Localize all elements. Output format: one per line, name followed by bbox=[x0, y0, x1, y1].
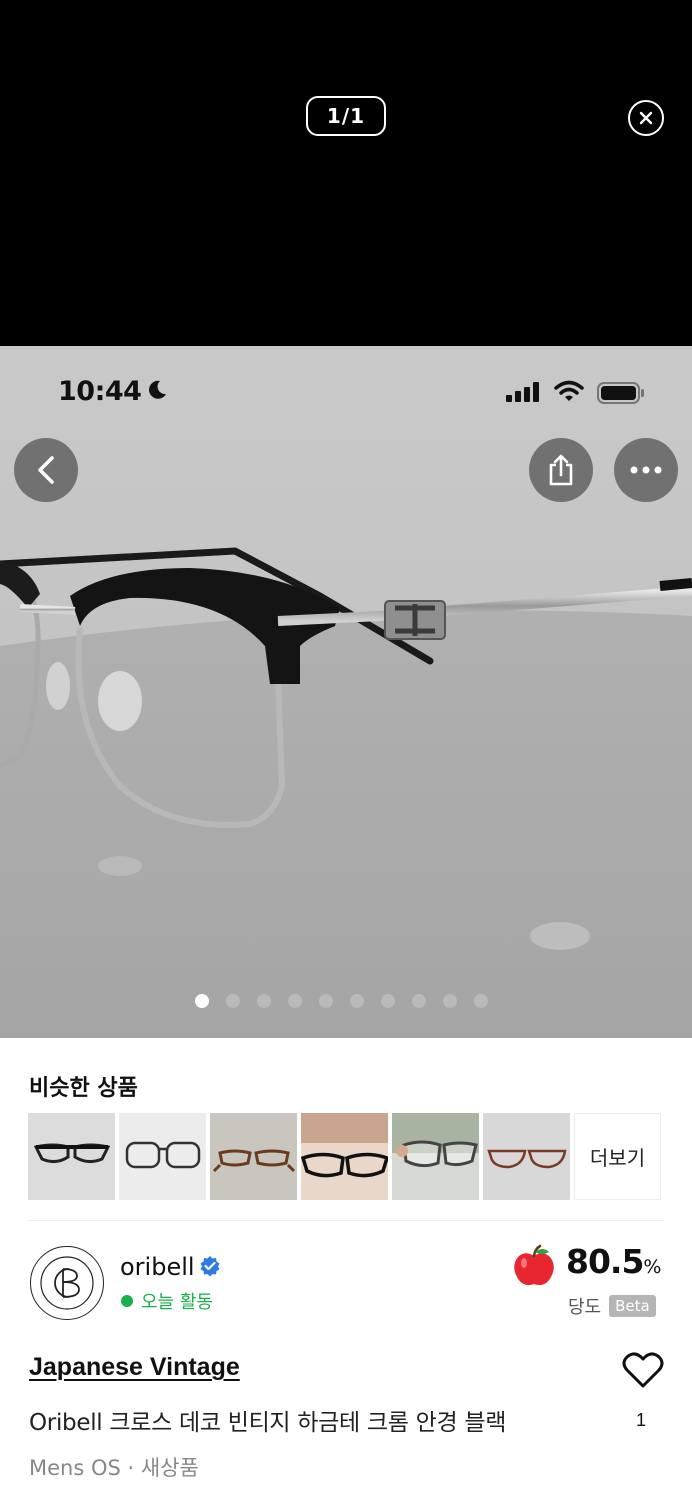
carousel-dot[interactable] bbox=[412, 994, 426, 1008]
close-icon bbox=[639, 111, 653, 125]
beta-badge: Beta bbox=[609, 1295, 656, 1317]
product-details: 비슷한 상품 더보기 oribell 오늘 활동 80.5% 당도 Beta J… bbox=[0, 1038, 692, 1500]
carousel-dot[interactable] bbox=[226, 994, 240, 1008]
like-heart-icon[interactable] bbox=[622, 1351, 664, 1389]
apple-icon bbox=[514, 1244, 554, 1286]
carousel-dot[interactable] bbox=[350, 994, 364, 1008]
similar-products-title: 비슷한 상품 bbox=[29, 1076, 138, 1101]
score-value: 80.5 bbox=[566, 1242, 644, 1281]
product-meta: Mens OS · 새상품 bbox=[29, 1456, 199, 1480]
share-icon bbox=[549, 454, 573, 486]
activity-text: 오늘 활동 bbox=[141, 1292, 213, 1313]
brand-link[interactable]: Japanese Vintage bbox=[29, 1353, 240, 1382]
divider bbox=[28, 1220, 664, 1221]
similar-product-thumb[interactable] bbox=[483, 1113, 570, 1200]
glasses-photo bbox=[0, 346, 692, 1038]
battery-icon bbox=[597, 382, 644, 404]
status-bar: 10:44 bbox=[0, 346, 692, 438]
wifi-icon bbox=[554, 380, 584, 401]
seller-activity-status: 오늘 활동 bbox=[121, 1288, 213, 1314]
moon-icon bbox=[149, 380, 166, 399]
carousel-dot[interactable] bbox=[257, 994, 271, 1008]
carousel-dot[interactable] bbox=[319, 994, 333, 1008]
sweetness-row: 당도 Beta bbox=[568, 1293, 656, 1319]
similar-product-thumb[interactable] bbox=[392, 1113, 479, 1200]
image-counter: 1/1 bbox=[306, 96, 386, 136]
carousel-dot[interactable] bbox=[195, 994, 209, 1008]
carousel-indicator bbox=[195, 994, 488, 1008]
seller-name[interactable]: oribell bbox=[120, 1253, 195, 1281]
similar-more-button[interactable]: 더보기 bbox=[574, 1113, 661, 1200]
like-count: 1 bbox=[636, 1410, 647, 1430]
score-unit: % bbox=[643, 1256, 662, 1278]
seller-logo-icon bbox=[40, 1256, 94, 1310]
similar-product-thumb[interactable] bbox=[210, 1113, 297, 1200]
carousel-dot[interactable] bbox=[443, 994, 457, 1008]
product-photo[interactable]: 10:44 bbox=[0, 346, 692, 1038]
similar-product-thumb[interactable] bbox=[28, 1113, 115, 1200]
more-dots-icon bbox=[630, 466, 662, 474]
close-viewer-button[interactable] bbox=[628, 100, 664, 136]
seller-score: 80.5% bbox=[566, 1242, 661, 1281]
similar-product-thumb[interactable] bbox=[119, 1113, 206, 1200]
carousel-dot[interactable] bbox=[474, 994, 488, 1008]
similar-products-list: 더보기 bbox=[28, 1113, 661, 1200]
share-button[interactable] bbox=[529, 438, 593, 502]
similar-product-thumb[interactable] bbox=[301, 1113, 388, 1200]
more-options-button[interactable] bbox=[614, 438, 678, 502]
sweetness-label: 당도 bbox=[568, 1297, 602, 1318]
cellular-signal-icon bbox=[506, 382, 539, 402]
status-time: 10:44 bbox=[58, 376, 142, 407]
chevron-left-icon bbox=[38, 456, 54, 484]
carousel-dot[interactable] bbox=[381, 994, 395, 1008]
seller-avatar[interactable] bbox=[30, 1246, 104, 1320]
back-button[interactable] bbox=[14, 438, 78, 502]
online-dot-icon bbox=[121, 1295, 133, 1307]
product-title: Oribell 크로스 데코 빈티지 하금테 크롬 안경 블랙 bbox=[29, 1410, 507, 1436]
verified-badge-icon bbox=[200, 1256, 220, 1277]
carousel-dot[interactable] bbox=[288, 994, 302, 1008]
image-viewer-header: 1/1 bbox=[0, 0, 692, 346]
